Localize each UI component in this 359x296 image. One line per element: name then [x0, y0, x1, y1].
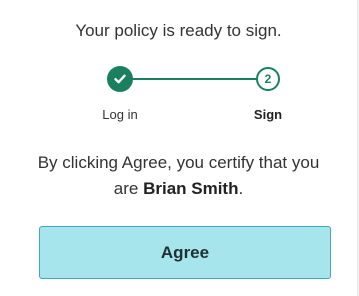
check-icon [114, 74, 126, 84]
certification-prefix: are [113, 179, 144, 198]
step-label-sign: Sign [253, 107, 283, 122]
page-title: Your policy is ready to sign. [75, 21, 282, 40]
certification-suffix: . [238, 179, 244, 198]
signing-card: Your policy is ready to sign. 2 Log in S… [0, 0, 358, 296]
signer-name: Brian Smith [143, 179, 239, 198]
agree-button[interactable]: Agree [39, 226, 331, 279]
progress-stepper: 2 Log in Sign [0, 63, 357, 123]
step-current-indicator: 2 [256, 67, 280, 91]
certification-line-1: By clicking Agree, you certify that you [37, 153, 320, 172]
step-label-login: Log in [102, 107, 138, 122]
certification-line-2: are Brian Smith. [0, 176, 357, 202]
stepper-connector-line [131, 78, 257, 80]
certification-text: By clicking Agree, you certify that you … [0, 150, 357, 202]
step-complete-indicator [107, 66, 133, 92]
